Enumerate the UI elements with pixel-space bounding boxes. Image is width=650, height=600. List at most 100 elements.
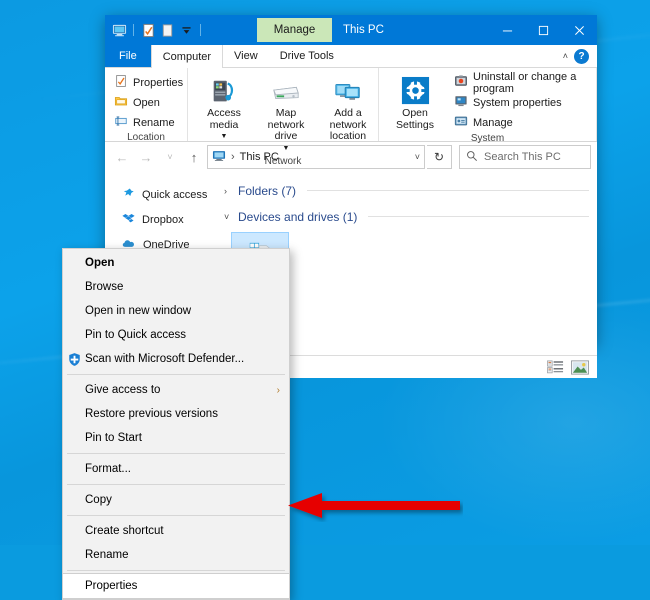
search-box[interactable]: Search This PC: [459, 145, 591, 169]
context-menu-item-copy[interactable]: Copy: [63, 488, 289, 512]
properties-icon[interactable]: [140, 22, 156, 38]
context-menu-item-label: Pin to Start: [85, 432, 142, 444]
search-icon: [466, 150, 478, 165]
ribbon: Properties Open: [105, 68, 597, 142]
ribbon-open-button[interactable]: Open: [110, 93, 164, 112]
ribbon-uninstall-program-label: Uninstall or change a program: [473, 71, 587, 95]
ribbon-group-system: Open Settings Uninstall or change a: [379, 68, 597, 141]
context-menu-item-pin-to-quick-access[interactable]: Pin to Quick access: [63, 323, 289, 347]
context-menu-item-format[interactable]: Format...: [63, 457, 289, 481]
ribbon-open-label: Open: [133, 97, 160, 109]
new-folder-icon[interactable]: [159, 22, 175, 38]
context-menu-item-properties[interactable]: Properties: [63, 573, 289, 599]
context-menu-item-label: Pin to Quick access: [85, 329, 186, 341]
sidebar-item-quick-access[interactable]: Quick access: [105, 182, 218, 207]
context-menu-item-label: Properties: [85, 580, 137, 592]
context-menu-item-label: Open: [85, 257, 114, 269]
minimize-button[interactable]: [489, 15, 525, 45]
group-header-folders-label: Folders (7): [238, 184, 296, 198]
quick-access-toolbar: [105, 15, 204, 45]
ribbon-tabbar-right: ˄ ?: [563, 45, 597, 67]
annotation-arrow: [288, 490, 463, 522]
tab-drive-tools[interactable]: Drive Tools: [269, 45, 345, 67]
ribbon-open-settings-label: Open Settings: [388, 108, 442, 131]
chevron-down-icon[interactable]: ˅: [415, 152, 420, 162]
ribbon-add-network-location-button[interactable]: Add a network location: [317, 71, 379, 145]
ribbon-properties-button[interactable]: Properties: [110, 73, 187, 92]
tab-drive-tools-label: Drive Tools: [280, 50, 334, 62]
this-pc-icon[interactable]: [111, 22, 127, 38]
group-header-devices-and-drives[interactable]: ˅ Devices and drives (1): [224, 206, 597, 227]
context-menu-item-give-access-to[interactable]: Give access to ›: [63, 378, 289, 402]
ribbon-tab-bar: File Computer View Drive Tools ˄ ?: [105, 45, 597, 68]
system-properties-icon: [454, 94, 468, 111]
chevron-down-icon[interactable]: ▼: [283, 143, 290, 155]
tab-computer[interactable]: Computer: [151, 45, 223, 68]
large-icons-view-button[interactable]: [570, 359, 589, 375]
uninstall-program-icon: [454, 74, 468, 91]
ribbon-manage-button[interactable]: Manage: [450, 113, 591, 132]
add-network-location-icon: [332, 73, 364, 107]
context-menu-item-label: Create shortcut: [85, 525, 164, 537]
context-menu-item-create-shortcut[interactable]: Create shortcut: [63, 519, 289, 543]
chevron-down-icon[interactable]: ▼: [221, 131, 228, 143]
context-menu-item-browse[interactable]: Browse: [63, 275, 289, 299]
group-header-line: [307, 190, 589, 191]
group-header-folders[interactable]: › Folders (7): [224, 180, 597, 201]
chevron-down-icon[interactable]: ˅: [224, 212, 233, 222]
context-menu-separator: [67, 374, 285, 375]
close-button[interactable]: [561, 15, 597, 45]
help-icon[interactable]: ?: [574, 49, 589, 64]
context-menu-item-label: Browse: [85, 281, 123, 293]
chevron-right-icon: ›: [277, 385, 280, 396]
window-title: This PC: [343, 15, 384, 45]
map-network-drive-icon: [269, 73, 303, 107]
ribbon-open-settings-button[interactable]: Open Settings: [384, 71, 446, 133]
ribbon-rename-button[interactable]: Rename: [110, 113, 179, 132]
tab-view[interactable]: View: [223, 45, 269, 67]
context-menu-item-restore-previous-versions[interactable]: Restore previous versions: [63, 402, 289, 426]
ribbon-group-network-label: Network: [193, 156, 373, 169]
ribbon-group-network: Access media ▼ Map network drive ▼: [188, 68, 379, 141]
ribbon-system-properties-button[interactable]: System properties: [450, 93, 591, 112]
context-menu-separator: [67, 515, 285, 516]
context-menu-item-rename[interactable]: Rename: [63, 543, 289, 567]
context-menu-item-scan-with-defender[interactable]: Scan with Microsoft Defender...: [63, 347, 289, 371]
context-menu-item-label: Scan with Microsoft Defender...: [85, 353, 244, 365]
ribbon-access-media-button[interactable]: Access media ▼: [193, 71, 255, 145]
chevron-up-icon[interactable]: ˄: [563, 51, 568, 61]
context-menu-item-open[interactable]: Open: [63, 251, 289, 275]
ribbon-add-network-location-label: Add a network location: [321, 108, 375, 143]
tab-file-label: File: [119, 50, 137, 62]
ribbon-map-network-drive-button[interactable]: Map network drive ▼: [255, 71, 317, 156]
details-view-button[interactable]: [546, 359, 565, 375]
tab-file[interactable]: File: [105, 45, 151, 67]
maximize-button[interactable]: [525, 15, 561, 45]
recent-locations-button[interactable]: ˅: [159, 146, 181, 168]
sidebar-item-label: Dropbox: [142, 214, 184, 226]
rename-icon: [114, 114, 128, 131]
sidebar-item-dropbox[interactable]: Dropbox: [105, 207, 218, 232]
contextual-tab-manage[interactable]: Manage: [257, 18, 332, 42]
properties-icon: [114, 74, 128, 91]
ribbon-uninstall-program-button[interactable]: Uninstall or change a program: [450, 73, 591, 92]
context-menu: Open Browse Open in new window Pin to Qu…: [62, 248, 290, 600]
context-menu-item-label: Rename: [85, 549, 128, 561]
context-menu-item-open-in-new-window[interactable]: Open in new window: [63, 299, 289, 323]
context-menu-item-pin-to-start[interactable]: Pin to Start: [63, 426, 289, 450]
tab-computer-label: Computer: [163, 51, 211, 63]
customize-dropdown-icon[interactable]: [178, 22, 194, 38]
ribbon-map-network-drive-label: Map network drive: [259, 108, 313, 143]
access-media-icon: [209, 73, 239, 107]
chevron-right-icon[interactable]: ›: [224, 186, 233, 196]
group-header-devices-label: Devices and drives (1): [238, 210, 357, 224]
forward-button[interactable]: →: [135, 146, 157, 168]
location-group-body: Properties Open: [110, 71, 182, 132]
defender-shield-icon: [66, 351, 82, 367]
dropbox-icon: [122, 212, 135, 228]
refresh-button[interactable]: ↻: [427, 145, 452, 169]
ribbon-group-system-label: System: [384, 133, 591, 146]
contextual-tab-label: Manage: [274, 24, 316, 36]
ribbon-group-location: Properties Open: [105, 68, 188, 141]
back-button[interactable]: ←: [111, 146, 133, 168]
